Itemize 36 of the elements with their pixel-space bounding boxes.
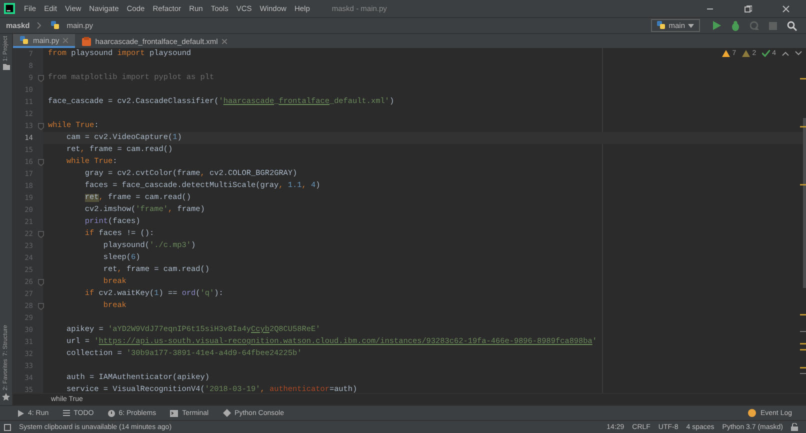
check-icon [762,50,770,57]
close-icon[interactable] [782,4,790,12]
fold-icon[interactable] [38,278,44,286]
search-icon[interactable] [787,20,797,30]
list-icon [62,410,70,416]
coverage-icon[interactable] [750,21,759,30]
panel-toggle-icon[interactable] [4,424,11,430]
alert-icon [108,410,115,416]
folder-icon [2,64,10,70]
fold-icon[interactable] [38,230,44,238]
python-icon [656,21,666,30]
close-icon[interactable] [222,38,227,44]
fold-icon[interactable] [38,122,44,130]
app-logo-icon [4,3,15,14]
stop-icon[interactable] [769,22,777,30]
fold-icon[interactable] [38,74,44,82]
debug-icon[interactable] [731,20,740,30]
event-log-icon [748,409,756,417]
chevron-right-icon [36,22,41,29]
chevron-down-icon[interactable] [795,51,802,56]
restore-icon[interactable] [744,4,752,12]
run-icon [18,410,24,416]
lock-icon[interactable] [791,423,798,431]
star-icon [2,393,10,401]
fold-icon[interactable] [38,158,44,166]
warning-icon [722,50,730,57]
chevron-up-icon[interactable] [782,51,789,56]
python-console-icon [222,409,231,417]
caret-icon [688,24,694,28]
terminal-icon [170,410,178,416]
python-file-icon [50,21,60,30]
warning-icon [742,50,750,57]
python-file-icon [20,36,29,44]
run-icon[interactable] [713,21,721,30]
xml-file-icon [82,36,92,46]
fold-icon[interactable] [38,302,44,310]
